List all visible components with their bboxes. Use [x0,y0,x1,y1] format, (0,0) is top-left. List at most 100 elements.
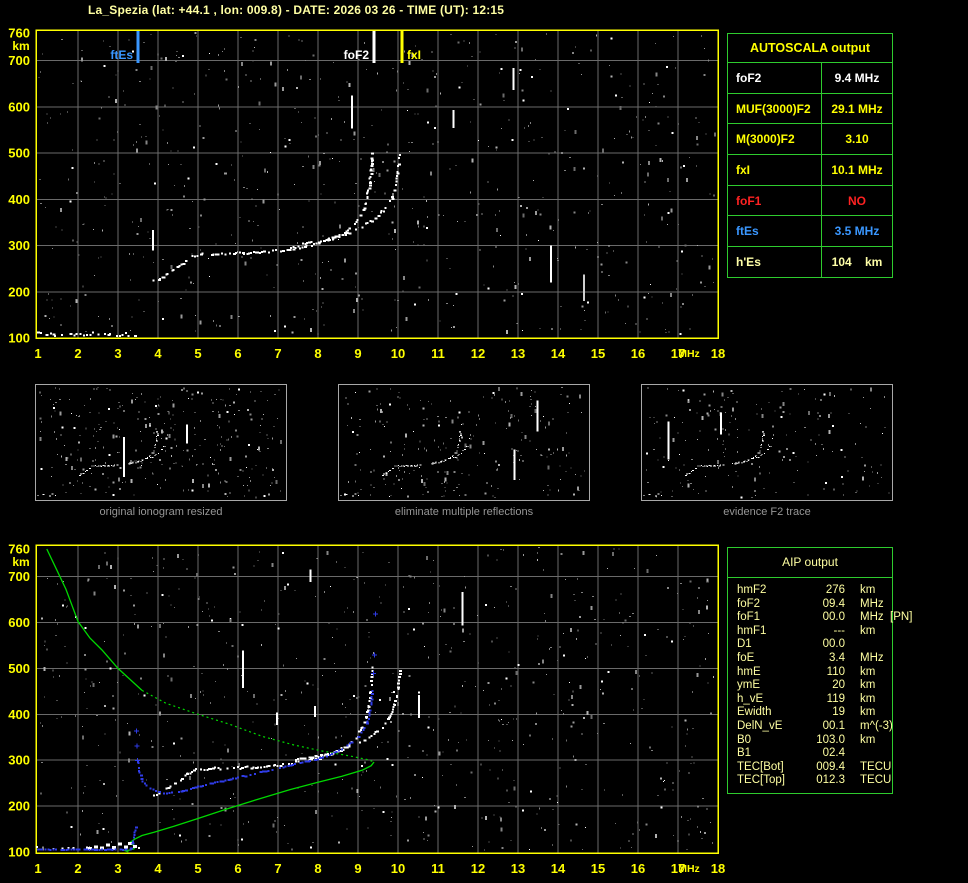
table-row: h'Es 104 km [728,247,892,277]
x-tick-label: 4 [154,346,162,361]
x-tick-label: 4 [154,861,162,876]
param-value: 276 [825,584,845,596]
param-value: 10.1 MHz [831,162,883,177]
param-value: 103.0 [816,733,845,746]
x-tick-label: 7 [274,346,281,361]
x-tick-label: 3 [114,346,121,361]
axis-labels: 1 2 3 4 5 6 7 8 9 10 11 12 13 14 15 16 17 18MHz7607006005… [8,542,725,877]
param-value: 09.4 [822,597,845,610]
aip-table-rows: hmF2 276 km foF2 09.4 MHz foF1 00.0 MHz [PN] hmF1… [728,578,912,788]
x-tick-label: 13 [511,861,525,876]
x-tick-label: 5 [194,346,201,361]
table-row: ftEs 3.5 MHz [728,216,892,248]
aip-table-header: AIP output [728,548,892,578]
table-row: foF2 9.4 MHz [728,63,892,94]
echo-trace [36,152,401,338]
x-axis-unit-label: MHz [678,348,700,360]
thumbnail-frame [35,384,287,501]
foF2-marker-label: foF2 [344,48,370,62]
param-value: 104 km [831,254,883,269]
table-row: hmF1 --- km [737,625,892,639]
echo-trace [36,666,403,851]
table-row: foF2 09.4 MHz [737,598,892,612]
autoscala-output-table: AUTOSCALA output foF2 9.4 MHz MUF(3000)F… [727,33,893,278]
param-label: M(3000)F2 [728,124,822,155]
param-value: 012.3 [816,774,845,787]
param-label: TEC[Bot] [737,760,784,773]
y-tick-label: 600 [8,615,30,630]
param-unit: km [860,584,876,596]
param-value: 00.1 [822,719,845,732]
y-tick-label: 700 [8,53,30,68]
param-value: 3.4 [829,651,845,664]
thumbnail1-caption: original ionogram resized [99,506,223,518]
y-tick-label: 100 [8,845,30,860]
x-tick-label: 1 [34,346,41,361]
x-axis-unit-label: MHz [678,863,700,875]
param-value: NO [848,193,866,208]
param-unit: km [860,679,876,692]
table-row: hmF2 276 km [737,584,892,598]
param-unit: km [860,665,876,678]
table-row: D1 00.0 [737,638,892,652]
param-value: 3.10 [845,132,869,147]
thumbnail-original-ionogram [35,384,287,501]
param-label: TEC[Top] [737,774,785,787]
x-tick-label: 1 [34,861,41,876]
y-tick-label: 500 [8,146,30,161]
table-row: ymE 20 km [737,679,892,693]
table-row: MUF(3000)F2 29.1 MHz [728,93,892,125]
x-tick-label: 3 [114,861,121,876]
autoscala-app-window: { "title": "La_Spezia (lat: +44.1 , lon:… [0,0,968,883]
table-row: M(3000)F2 3.10 [728,124,892,156]
param-value: 009.4 [816,760,845,773]
table-row: foE 3.4 MHz [737,652,892,666]
fxI-marker-label: fxI [407,48,421,62]
table-row: TEC[Bot] 009.4 TECU [737,761,892,775]
x-tick-label: 18 [711,861,725,876]
y-tick-label: 400 [8,192,30,207]
x-tick-label: 11 [431,346,445,361]
bottom-profilogram-plot: 1 2 3 4 5 6 7 8 9 10 11 12 13 14 15 16 17 18MHz7607006005… [8,542,725,877]
x-tick-label: 16 [631,346,645,361]
y-axis-unit-label: km [12,555,29,569]
param-label: hmF1 [737,624,767,637]
x-tick-label: 2 [74,861,81,876]
x-tick-label: 6 [234,861,241,876]
param-label: D1 [737,638,752,651]
x-tick-label: 2 [74,346,81,361]
param-unit: km [860,624,876,637]
y-tick-label: 500 [8,661,30,676]
x-tick-label: 9 [354,346,361,361]
param-value: 19 [832,706,845,719]
param-unit: km [860,692,876,705]
param-label: foF1 [728,185,822,216]
param-label: ftEs [728,216,822,247]
param-unit: TECU [860,760,892,773]
table-row: h_vE 119 km [737,693,892,707]
x-tick-label: 15 [591,346,605,361]
top-ionogram-plot: 1 2 3 4 5 6 7 8 9 10 11 12 13 14 15 16 17 18MHz7607006005… [8,26,725,362]
x-tick-label: 10 [391,861,405,876]
ftEs-marker-label: ftEs [110,48,133,62]
param-label: h'Es [728,247,822,277]
table-row: B1 02.4 [737,747,892,761]
param-value: 20 [832,679,845,692]
x-tick-label: 12 [471,346,485,361]
table-row: Ewidth 19 km [737,706,892,720]
param-value: 3.5 MHz [834,224,880,239]
y-tick-label: 200 [8,799,30,814]
y-tick-label: 200 [8,284,30,299]
x-tick-label: 18 [711,346,725,361]
x-tick-label: 12 [471,861,485,876]
param-label: Ewidth [737,706,772,719]
param-label: foE [737,651,755,664]
x-tick-label: 10 [391,346,405,361]
y-tick-label: 400 [8,707,30,722]
table-row: TEC[Top] 012.3 TECU [737,774,892,788]
x-tick-label: 8 [314,861,321,876]
noise [40,547,715,851]
param-value: --- [833,624,846,637]
param-label: foF2 [728,63,822,93]
frequency-markers: ftEs foF2 fxI [110,31,421,63]
